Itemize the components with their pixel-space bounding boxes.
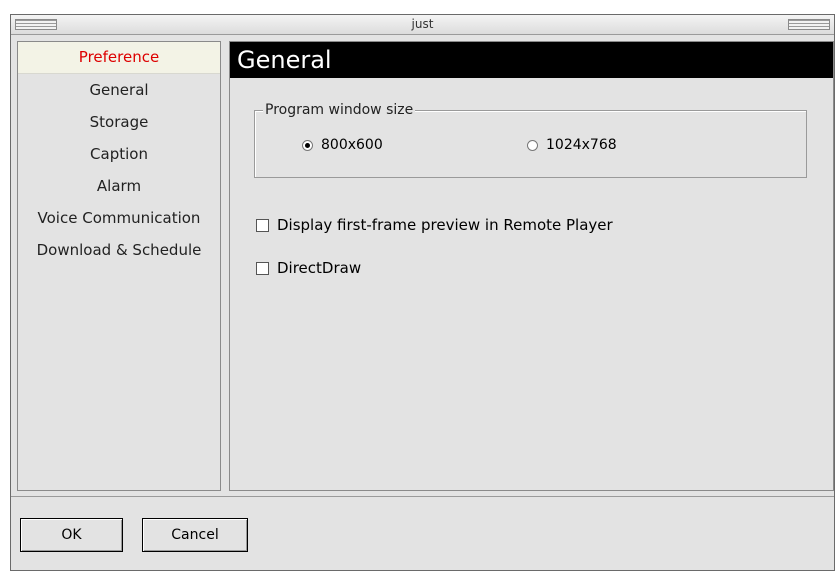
panel-title: General [230, 42, 833, 78]
radio-1024x768-label: 1024x768 [546, 137, 617, 153]
sidebar-item-preference[interactable]: Preference [18, 42, 220, 74]
window-size-legend: Program window size [263, 102, 416, 118]
radio-1024x768[interactable]: 1024x768 [527, 137, 617, 153]
window-size-group: Program window size 800x600 1024x768 [254, 102, 807, 178]
radio-800x600[interactable]: 800x600 [302, 137, 383, 153]
sidebar-item-voice-communication[interactable]: Voice Communication [18, 202, 220, 234]
window-title: just [411, 17, 434, 31]
sidebar-item-download-schedule[interactable]: Download & Schedule [18, 234, 220, 266]
checkbox-unchecked-icon[interactable] [256, 261, 269, 275]
directdraw-label: DirectDraw [277, 259, 362, 277]
cancel-button[interactable]: Cancel [142, 518, 248, 552]
radio-unchecked-icon[interactable] [527, 139, 538, 151]
settings-panel: General Program window size 800x600 1024… [229, 41, 834, 491]
sidebar-item-caption[interactable]: Caption [18, 138, 220, 170]
checkbox-unchecked-icon[interactable] [256, 218, 269, 232]
sidebar-item-storage[interactable]: Storage [18, 106, 220, 138]
radio-checked-icon[interactable] [302, 139, 313, 151]
footer-divider [11, 496, 834, 497]
sidebar: Preference General Storage Caption Alarm… [17, 41, 221, 491]
first-frame-preview-label: Display first-frame preview in Remote Pl… [277, 216, 613, 234]
title-bar[interactable]: just [11, 15, 834, 35]
sidebar-item-alarm[interactable]: Alarm [18, 170, 220, 202]
title-grip-right-icon [788, 19, 830, 30]
radio-800x600-label: 800x600 [321, 137, 383, 153]
checkbox-first-frame-preview[interactable]: Display first-frame preview in Remote Pl… [256, 216, 613, 234]
ok-button[interactable]: OK [20, 518, 123, 552]
sidebar-item-general[interactable]: General [18, 74, 220, 106]
preferences-window: just Preference General Storage Caption … [10, 14, 835, 571]
checkbox-directdraw[interactable]: DirectDraw [256, 259, 361, 277]
